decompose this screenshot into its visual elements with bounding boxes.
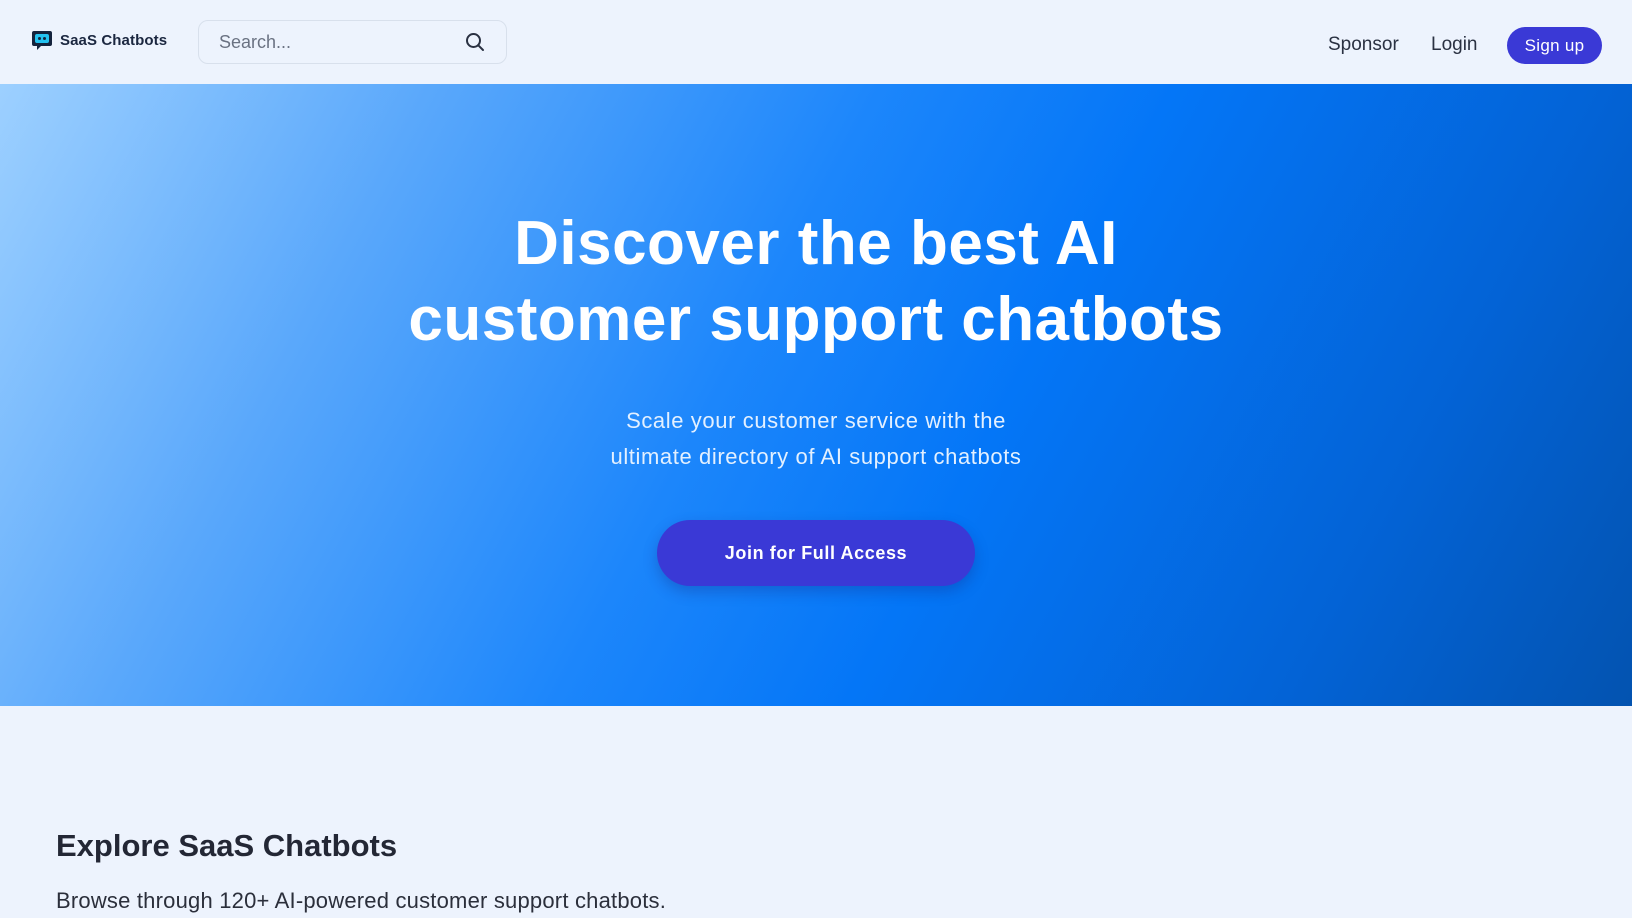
- search-bar: [198, 20, 507, 64]
- chatbot-bubble-icon: [32, 31, 52, 50]
- brand-name: SaaS Chatbots: [60, 31, 168, 49]
- search-icon[interactable]: [464, 31, 486, 53]
- hero-section: Discover the best AI customer support ch…: [0, 84, 1632, 706]
- signup-button[interactable]: Sign up: [1507, 27, 1602, 64]
- nav-sponsor-link[interactable]: Sponsor: [1328, 34, 1399, 56]
- hero-title: Discover the best AI customer support ch…: [0, 206, 1632, 358]
- hero-subtitle: Scale your customer service with the ult…: [0, 403, 1632, 475]
- hero-subtitle-line-1: Scale your customer service with the: [626, 408, 1006, 433]
- nav-login-link[interactable]: Login: [1431, 34, 1478, 56]
- brand-logo-link[interactable]: SaaS Chatbots: [31, 29, 167, 51]
- explore-section-title: Explore SaaS Chatbots: [56, 828, 398, 863]
- site-header: SaaS Chatbots Sponsor Login Sign up: [0, 0, 1632, 84]
- explore-section-description: Browse through 120+ AI-powered customer …: [56, 888, 667, 913]
- hero-title-line-2: customer support chatbots: [408, 285, 1224, 354]
- hero-title-line-1: Discover the best AI: [514, 209, 1118, 278]
- join-full-access-button[interactable]: Join for Full Access: [657, 520, 975, 586]
- hero-subtitle-line-2: ultimate directory of AI support chatbot…: [610, 444, 1022, 469]
- search-input[interactable]: [199, 21, 464, 63]
